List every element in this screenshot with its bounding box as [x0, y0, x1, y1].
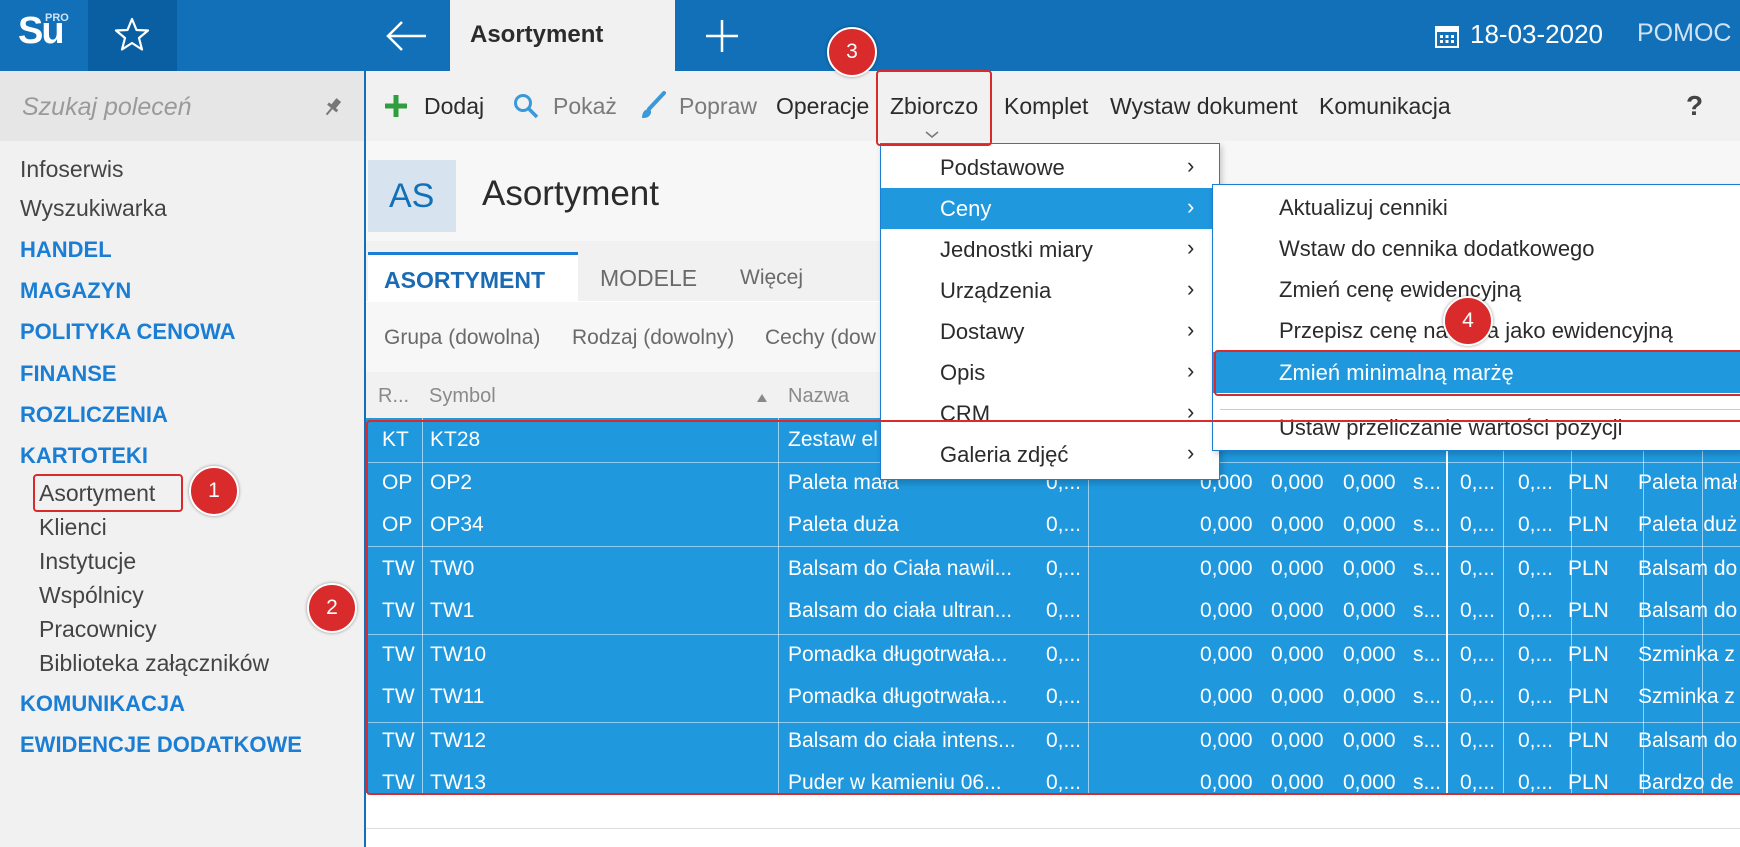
sidebar-item-handel[interactable]: HANDEL [20, 237, 112, 263]
back-arrow-icon[interactable] [380, 14, 432, 58]
tab-label: Asortyment [470, 21, 604, 48]
sidebar-item-wspolnicy[interactable]: Wspólnicy [39, 582, 144, 609]
sort-ascending-icon [756, 390, 768, 402]
module-badge: AS [368, 160, 456, 232]
submenu-item-label: Aktualizuj cenniki [1279, 195, 1448, 220]
submenu-item-label: Zmień cenę ewidencyjną [1279, 277, 1522, 302]
module-badge-text: AS [389, 177, 435, 215]
communication-button[interactable]: Komunikacja [1319, 93, 1451, 120]
tab-wiecej[interactable]: Więcej [740, 266, 803, 290]
sidebar-item-ewidencje-dodatkowe[interactable]: EWIDENCJE DODATKOWE [20, 732, 302, 758]
sidebar-item-magazyn[interactable]: MAGAZYN [20, 278, 131, 304]
pin-icon[interactable] [322, 96, 344, 118]
filter-group[interactable]: Grupa (dowolna) [384, 326, 540, 350]
brush-icon[interactable] [638, 91, 666, 121]
tab-asortyment[interactable]: Asortyment [450, 0, 675, 71]
chevron-right-icon: › [1187, 194, 1195, 219]
sidebar-item-wyszukiwarka[interactable]: Wyszukiwarka [20, 195, 167, 222]
column-name[interactable]: Nazwa [788, 385, 849, 408]
highlight-bulk-button [876, 70, 992, 146]
page-title: Asortyment [482, 174, 659, 213]
menu-item-dostawy[interactable]: Dostawy › [881, 311, 1219, 352]
tab-asortyment-list[interactable]: ASORTYMENT [368, 252, 578, 305]
step-marker-4: 4 [1443, 296, 1493, 346]
operations-button[interactable]: Operacje [776, 93, 869, 120]
sidebar-item-instytucje[interactable]: Instytucje [39, 548, 136, 575]
sidebar-item-rozliczenia[interactable]: ROZLICZENIA [20, 402, 168, 428]
submenu-item-label: Wstaw do cennika dodatkowego [1279, 236, 1595, 261]
menu-item-label: Dostawy [940, 319, 1025, 344]
column-r[interactable]: R... [378, 385, 409, 408]
command-search-input[interactable]: Szukaj poleceń [0, 71, 364, 141]
sidebar-item-infoserwis[interactable]: Infoserwis [20, 156, 124, 183]
app-logo[interactable]: Su PRO [0, 0, 88, 71]
sidebar-item-biblioteka[interactable]: Biblioteka załączników [39, 650, 269, 677]
menu-item-label: Ceny [940, 196, 992, 221]
submenu-divider [1220, 409, 1740, 410]
highlight-selected-rows [366, 420, 1740, 795]
sidebar-item-polityka-cenowa[interactable]: POLITYKA CENOWA [20, 319, 236, 345]
menu-item-label: Urządzenia [940, 278, 1052, 303]
chevron-right-icon: › [1187, 358, 1195, 383]
menu-item-jednostki-miary[interactable]: Jednostki miary › [881, 229, 1219, 270]
sidebar-item-finanse[interactable]: FINANSE [20, 361, 117, 387]
step-marker-3: 3 [827, 27, 877, 77]
column-symbol[interactable]: Symbol [429, 385, 496, 408]
sidebar-item-klienci[interactable]: Klienci [39, 514, 107, 541]
submenu-item-aktualizuj-cenniki[interactable]: Aktualizuj cenniki [1213, 187, 1740, 228]
menu-item-label: Podstawowe [940, 155, 1065, 180]
favorites-star-icon[interactable] [88, 0, 177, 71]
highlight-asortyment [33, 474, 183, 512]
sidebar-item-pracownicy[interactable]: Pracownicy [39, 616, 157, 643]
logo-badge: PRO [45, 12, 69, 24]
chevron-right-icon: › [1187, 276, 1195, 301]
menu-item-label: Jednostki miary [940, 237, 1093, 262]
filter-features[interactable]: Cechy (dow [765, 326, 876, 350]
current-date[interactable]: 18-03-2020 [1470, 19, 1603, 50]
menu-item-ceny[interactable]: Ceny › [881, 188, 1219, 229]
help-icon[interactable]: ? [1686, 90, 1703, 122]
edit-button[interactable]: Popraw [679, 93, 757, 120]
step-marker-1: 1 [189, 466, 239, 516]
new-tab-plus-icon[interactable] [700, 14, 744, 58]
help-link[interactable]: POMOC [1637, 19, 1731, 48]
grid-empty-area [366, 793, 1740, 847]
submenu-item-wstaw-do-cennika[interactable]: Wstaw do cennika dodatkowego [1213, 228, 1740, 269]
sidebar-item-komunikacja[interactable]: KOMUNIKACJA [20, 691, 185, 717]
menu-item-opis[interactable]: Opis › [881, 352, 1219, 393]
add-plus-icon[interactable] [383, 93, 409, 119]
search-icon[interactable] [512, 92, 540, 120]
show-button[interactable]: Pokaż [553, 93, 617, 120]
menu-item-urzadzenia[interactable]: Urządzenia › [881, 270, 1219, 311]
calendar-icon[interactable] [1434, 23, 1460, 49]
sidebar-item-kartoteki[interactable]: KARTOTEKI [20, 443, 148, 469]
chevron-right-icon: › [1187, 235, 1195, 260]
menu-item-podstawowe[interactable]: Podstawowe › [881, 147, 1219, 188]
chevron-right-icon: › [1187, 317, 1195, 342]
add-button[interactable]: Dodaj [424, 93, 484, 120]
highlight-min-margin [1214, 350, 1740, 396]
kit-button[interactable]: Komplet [1004, 93, 1088, 120]
issue-document-button[interactable]: Wystaw dokument [1110, 93, 1298, 120]
step-marker-2: 2 [307, 583, 357, 633]
menu-item-label: Opis [940, 360, 986, 385]
tab-modele[interactable]: MODELE [600, 265, 697, 292]
chevron-right-icon: › [1187, 153, 1195, 178]
tab-label: ASORTYMENT [384, 267, 545, 293]
filter-kind[interactable]: Rodzaj (dowolny) [572, 326, 734, 350]
search-placeholder: Szukaj poleceń [22, 93, 192, 121]
